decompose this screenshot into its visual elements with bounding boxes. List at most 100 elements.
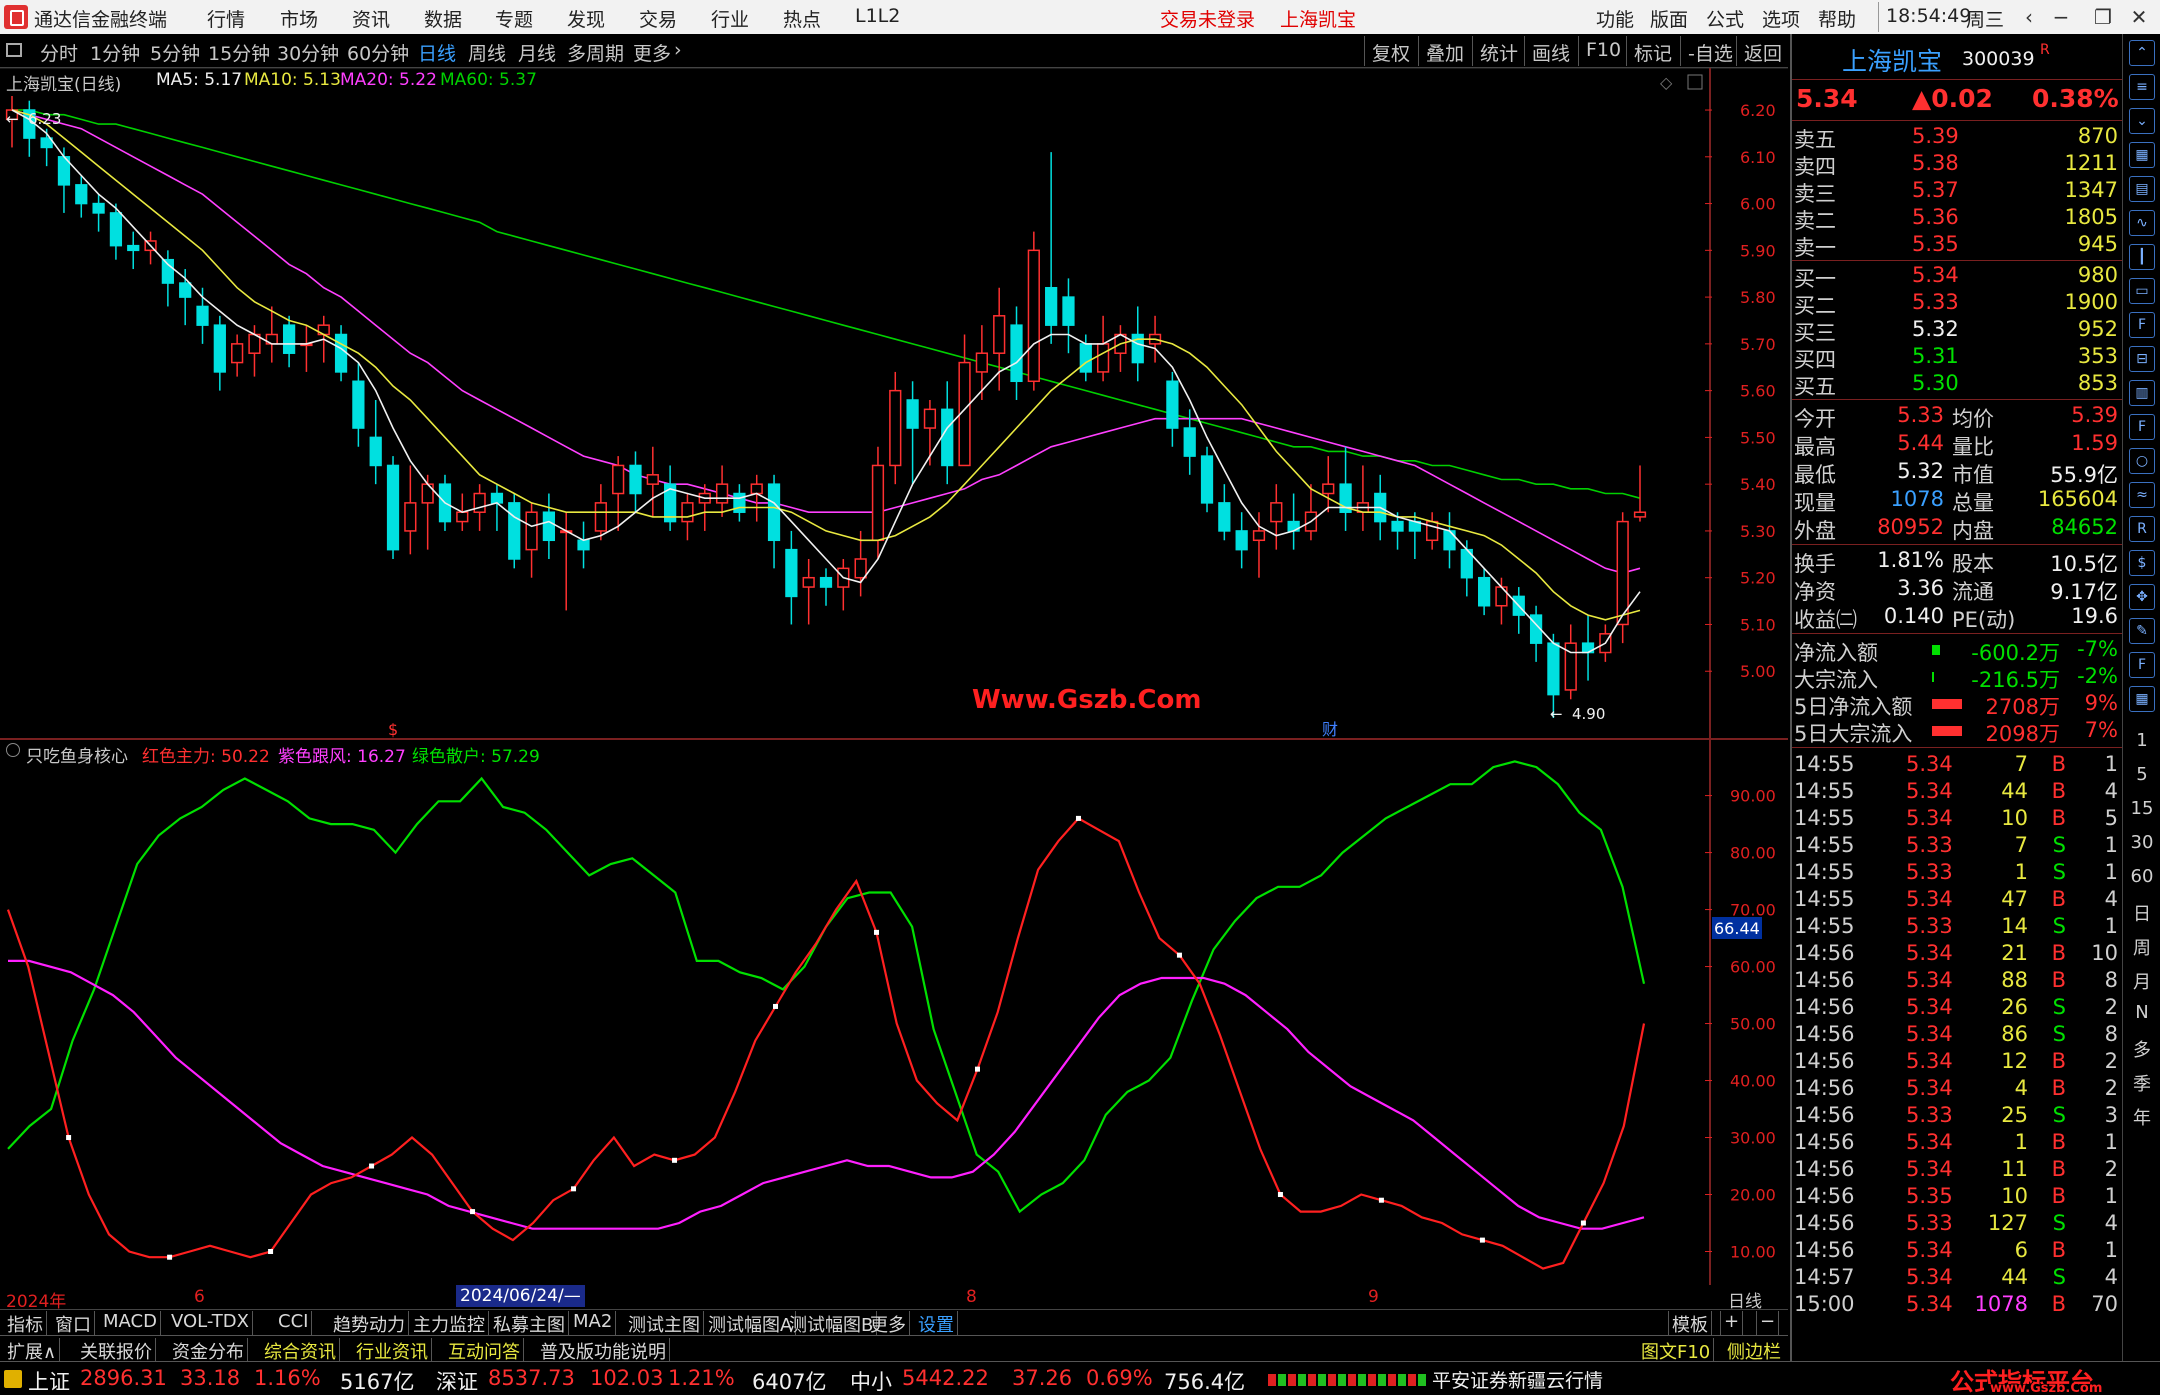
tab-5[interactable]: 趋势动力 bbox=[330, 1311, 409, 1336]
sidebar-period-7[interactable]: 月 bbox=[2123, 968, 2160, 994]
btn-stats[interactable]: 统计 bbox=[1476, 39, 1522, 66]
flow-row[interactable]: 5日净流入额 2708万 9% bbox=[1792, 691, 2122, 719]
close-icon[interactable]: ✕ bbox=[2124, 2, 2154, 32]
tab-13[interactable]: 设置 bbox=[915, 1311, 958, 1336]
btn-restore-rights[interactable]: 复权 bbox=[1368, 39, 1414, 66]
sell-level-4[interactable]: 卖四 5.38 1211 bbox=[1792, 151, 2122, 179]
menu-topic[interactable]: 专题 bbox=[495, 5, 533, 32]
tab-10[interactable]: 测试幅图A bbox=[705, 1311, 797, 1336]
sell-level-1[interactable]: 卖一 5.35 945 bbox=[1792, 232, 2122, 260]
indicator-chart[interactable]: 90.00 80.00 70.00 60.00 50.00 40.00 30.00 20.00… bbox=[0, 740, 1788, 1285]
tab-1[interactable]: 窗口 bbox=[52, 1311, 95, 1336]
sidebar-period-0[interactable]: 1 bbox=[2123, 730, 2160, 751]
tab-2[interactable]: MACD bbox=[100, 1311, 161, 1335]
cai-label[interactable]: 财 bbox=[1322, 720, 1338, 739]
menu-industry[interactable]: 行业 bbox=[711, 5, 749, 32]
diamond-icon[interactable]: ◇ bbox=[1660, 73, 1673, 92]
flow-row[interactable]: 净流入额 -600.2万 -7% bbox=[1792, 637, 2122, 665]
tab-11[interactable]: 测试幅图B bbox=[786, 1311, 878, 1336]
sh-label[interactable]: 上证 bbox=[28, 1366, 70, 1395]
tab-3[interactable]: VOL-TDX bbox=[168, 1311, 253, 1335]
menu-trade[interactable]: 交易 bbox=[639, 5, 677, 32]
circle-icon[interactable]: ○ bbox=[2129, 448, 2155, 474]
btn-back[interactable]: 返回 bbox=[1740, 39, 1786, 66]
btn-remove-watchlist[interactable]: -自选 bbox=[1684, 39, 1737, 66]
tab-7[interactable]: 私募主图 bbox=[490, 1311, 569, 1336]
menu-market[interactable]: 市场 bbox=[280, 5, 318, 32]
move-icon[interactable]: ✥ bbox=[2129, 584, 2155, 610]
period-weekly[interactable]: 周线 bbox=[468, 39, 506, 66]
window-icon[interactable] bbox=[6, 43, 22, 57]
zx-label[interactable]: 中小 bbox=[850, 1366, 892, 1395]
tab-12[interactable]: 更多 bbox=[867, 1311, 910, 1336]
sell-level-5[interactable]: 卖五 5.39 870 bbox=[1792, 124, 2122, 152]
rsi-icon[interactable]: R bbox=[2129, 516, 2155, 542]
tab-0[interactable]: 指标 bbox=[4, 1311, 47, 1336]
period-5min[interactable]: 5分钟 bbox=[150, 39, 200, 66]
menu-options[interactable]: 选项 bbox=[1762, 5, 1800, 32]
buy-level-4[interactable]: 买四 5.31 353 bbox=[1792, 344, 2122, 372]
back-nav-icon[interactable]: ‹ bbox=[2014, 2, 2044, 32]
sidebar-period-6[interactable]: 周 bbox=[2123, 934, 2160, 960]
menu-layout[interactable]: 版面 bbox=[1650, 5, 1688, 32]
period-30min[interactable]: 30分钟 bbox=[277, 39, 339, 66]
list-icon[interactable]: ≡ bbox=[2129, 74, 2155, 100]
sidebar-period-9[interactable]: 多 bbox=[2123, 1036, 2160, 1062]
indicator-toggle-icon[interactable] bbox=[6, 743, 20, 757]
sidebar-period-4[interactable]: 60 bbox=[2123, 866, 2160, 887]
menu-quote[interactable]: 行情 bbox=[207, 5, 245, 32]
pen-icon[interactable]: ✎ bbox=[2129, 618, 2155, 644]
sidebar-period-5[interactable]: 日 bbox=[2123, 900, 2160, 926]
tab-right-1[interactable]: + bbox=[1720, 1311, 1744, 1335]
buy-level-1[interactable]: 买一 5.34 980 bbox=[1792, 263, 2122, 291]
wave-icon[interactable]: ≈ bbox=[2129, 482, 2155, 508]
sell-level-3[interactable]: 卖三 5.37 1347 bbox=[1792, 178, 2122, 206]
menu-discover[interactable]: 发现 bbox=[567, 5, 605, 32]
status-icon[interactable] bbox=[4, 1370, 22, 1388]
dollar-icon[interactable]: $ bbox=[2129, 550, 2155, 576]
period-monthly[interactable]: 月线 bbox=[518, 39, 556, 66]
menu-formula[interactable]: 公式 bbox=[1706, 5, 1744, 32]
line-chart-icon[interactable]: ∿ bbox=[2129, 210, 2155, 236]
collapse-icon[interactable] bbox=[1687, 74, 1703, 90]
restore-icon[interactable]: ❐ bbox=[2088, 2, 2118, 32]
trade-login-status[interactable]: 交易未登录 bbox=[1160, 5, 1255, 32]
sz-label[interactable]: 深证 bbox=[436, 1366, 478, 1395]
f10-icon[interactable]: F bbox=[2129, 312, 2155, 338]
period-1min[interactable]: 1分钟 bbox=[90, 39, 140, 66]
candlestick-chart[interactable]: 6.20 6.10 6.00 5.90 5.80 5.70 5.60 5.50 5.40 5.30… bbox=[0, 68, 1788, 740]
chevron-right-icon[interactable]: › bbox=[674, 39, 682, 61]
chevron-up-icon[interactable]: ⌃ bbox=[2129, 40, 2155, 66]
grid-icon[interactable]: ▦ bbox=[2129, 142, 2155, 168]
table-icon[interactable]: ▤ bbox=[2129, 176, 2155, 202]
bars-icon[interactable]: ▥ bbox=[2129, 380, 2155, 406]
btn-f10[interactable]: F10 bbox=[1582, 39, 1625, 61]
menu-news[interactable]: 资讯 bbox=[352, 5, 390, 32]
menu-function[interactable]: 功能 bbox=[1596, 5, 1634, 32]
fz-icon[interactable]: F bbox=[2129, 414, 2155, 440]
grid2-icon[interactable]: ▦ bbox=[2129, 686, 2155, 712]
buy-level-5[interactable]: 买五 5.30 853 bbox=[1792, 371, 2122, 399]
btn-draw[interactable]: 画线 bbox=[1528, 39, 1574, 66]
tab-right-0[interactable]: 模板 bbox=[1668, 1311, 1712, 1336]
period-more[interactable]: 更多 bbox=[633, 39, 671, 66]
sidebar-period-8[interactable]: N bbox=[2123, 1002, 2160, 1023]
flow-row[interactable]: 大宗流入 -216.5万 -2% bbox=[1792, 664, 2122, 692]
menu-hot[interactable]: 热点 bbox=[783, 5, 821, 32]
sidebar-period-3[interactable]: 30 bbox=[2123, 832, 2160, 853]
tab-9[interactable]: 测试主图 bbox=[625, 1311, 704, 1336]
doc-icon[interactable]: ▭ bbox=[2129, 278, 2155, 304]
menu-data[interactable]: 数据 bbox=[424, 5, 462, 32]
sidebar-period-11[interactable]: 年 bbox=[2123, 1104, 2160, 1130]
tab-6[interactable]: 主力监控 bbox=[410, 1311, 489, 1336]
indicator-name[interactable]: 只吃鱼身核心 bbox=[26, 742, 128, 767]
tab-right-2[interactable]: − bbox=[1756, 1311, 1780, 1335]
tab-8[interactable]: MA2 bbox=[570, 1311, 617, 1335]
period-60min[interactable]: 60分钟 bbox=[347, 39, 409, 66]
sell-level-2[interactable]: 卖二 5.36 1805 bbox=[1792, 205, 2122, 233]
period-15min[interactable]: 15分钟 bbox=[208, 39, 270, 66]
btn-overlay[interactable]: 叠加 bbox=[1422, 39, 1468, 66]
chevron-down-icon[interactable]: ⌄ bbox=[2129, 108, 2155, 134]
split-icon[interactable]: ⊟ bbox=[2129, 346, 2155, 372]
sidebar-period-2[interactable]: 15 bbox=[2123, 798, 2160, 819]
